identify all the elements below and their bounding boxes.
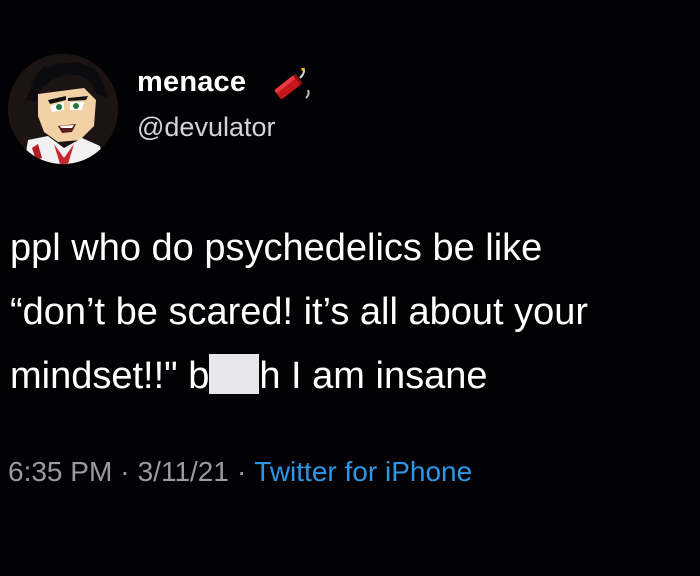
tweet-line-3-start: mindset!!" b: [10, 355, 210, 397]
tweet-date[interactable]: 3/11/21: [138, 456, 229, 487]
redaction-box: [209, 354, 260, 394]
cartoon-avatar-icon: [8, 54, 118, 164]
tweet-line-1: ppl who do psychedelics be like: [10, 227, 543, 269]
tweet-line-3: mindset!!" b h I am insane: [10, 344, 700, 408]
display-name[interactable]: menace: [137, 66, 246, 99]
tweet-time[interactable]: 6:35 PM: [8, 456, 112, 487]
user-handle[interactable]: @devulator: [137, 112, 275, 143]
tweet-line-2: “don’t be scared! it’s all about your: [10, 291, 589, 333]
firecracker-icon: [274, 68, 310, 99]
separator: ·: [120, 456, 130, 487]
tweet-line-3-end: h I am insane: [259, 355, 488, 397]
tweet-meta: 6:35 PM · 3/11/21 · Twitter for iPhone: [8, 456, 472, 488]
avatar[interactable]: [8, 54, 118, 164]
tweet-card: menace @devulator ppl who do psychedelic…: [0, 0, 700, 576]
tweet-source-link[interactable]: Twitter for iPhone: [254, 456, 472, 487]
separator: ·: [236, 456, 247, 487]
tweet-text: ppl who do psychedelics be like “don’t b…: [10, 216, 700, 408]
